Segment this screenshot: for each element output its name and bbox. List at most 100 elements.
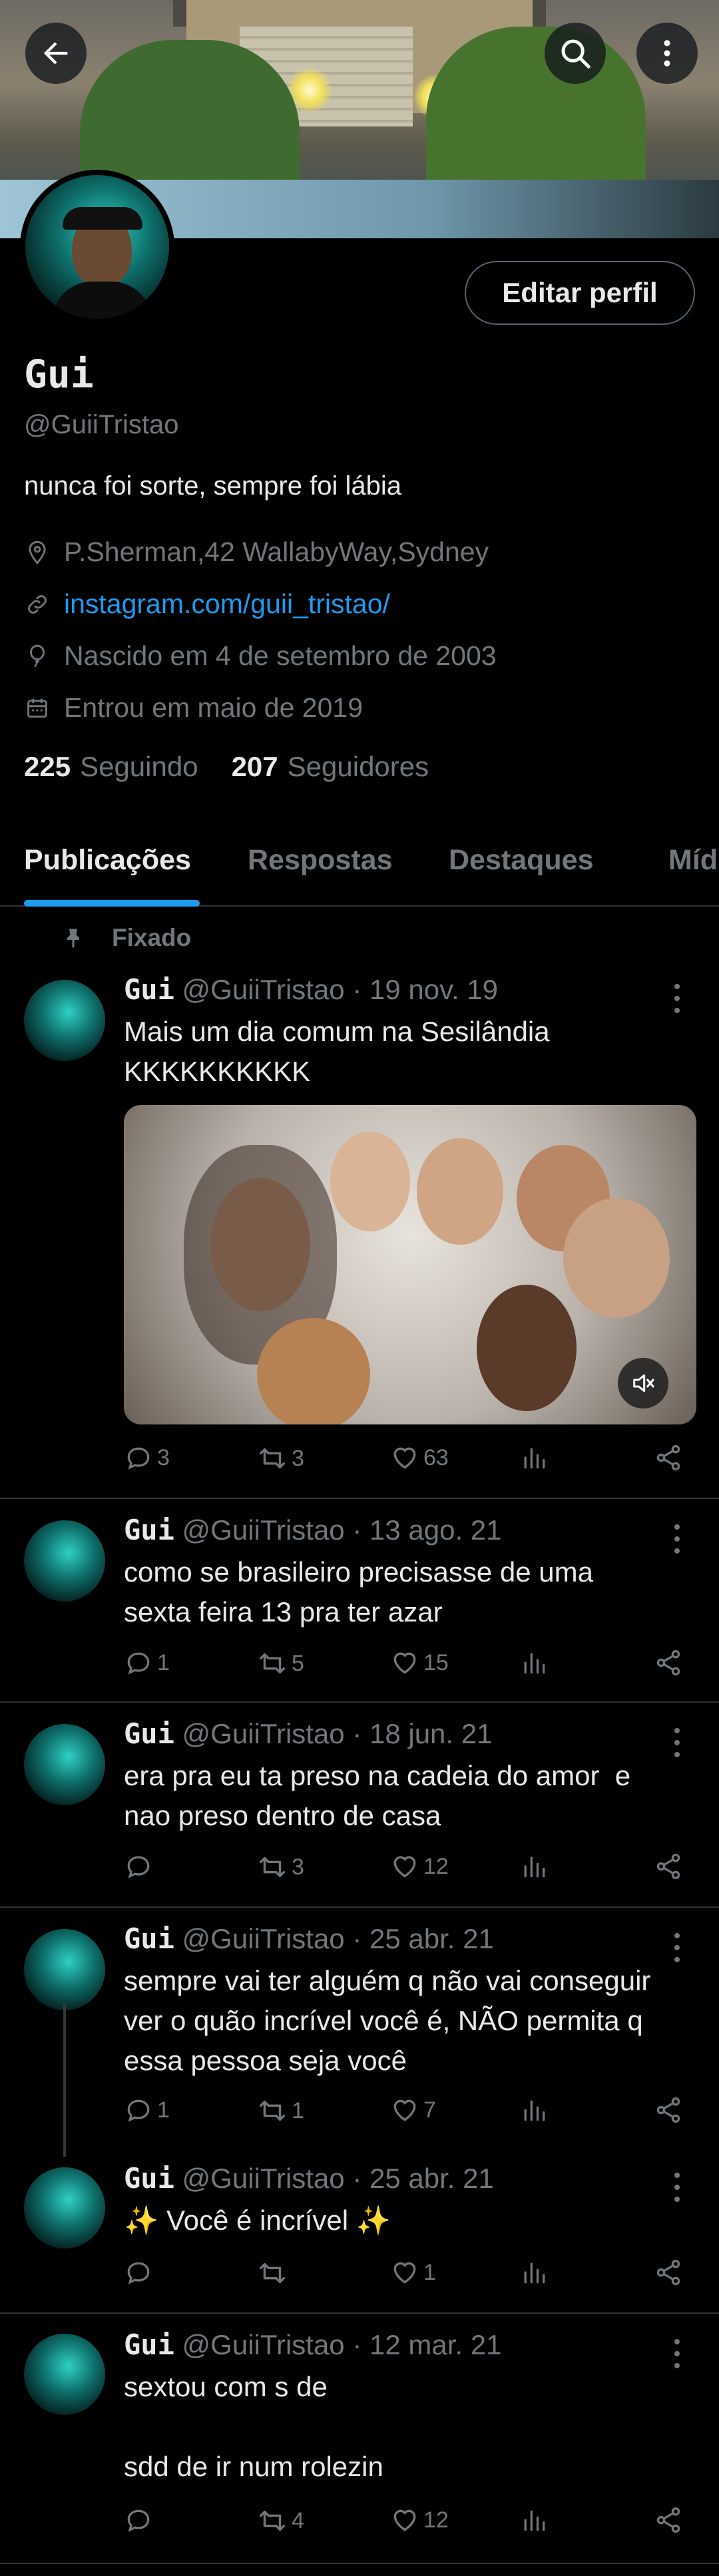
reply-button[interactable]: 3	[124, 1443, 170, 1472]
views-button[interactable]	[519, 1443, 553, 1472]
retweet-icon	[260, 1653, 285, 1674]
following-stat[interactable]: 225 Seguindo	[24, 751, 198, 783]
like-button[interactable]: 7	[390, 2095, 436, 2125]
pinned-label: Fixado	[67, 924, 191, 952]
tweet-more-button[interactable]	[667, 2339, 687, 2368]
heart-icon	[393, 1447, 416, 1469]
tweet-more-button[interactable]	[667, 2173, 687, 2202]
like-button[interactable]: 1	[390, 2258, 436, 2287]
share-icon	[656, 1444, 680, 1471]
link-icon	[28, 594, 47, 614]
retweet-button[interactable]: 3	[257, 1852, 304, 1882]
followers-stat[interactable]: 207 Seguidores	[232, 751, 429, 783]
views-icon	[524, 2262, 545, 2284]
reply-button[interactable]	[124, 2505, 157, 2535]
like-button[interactable]: 63	[390, 1443, 449, 1472]
tweet-actions: 1 5 15	[124, 1648, 696, 1681]
tweet-avatar[interactable]	[24, 1929, 105, 2010]
heart-icon	[393, 2509, 416, 2531]
arrow-left-icon	[43, 42, 68, 65]
views-icon	[524, 1856, 545, 1878]
views-button[interactable]	[519, 2258, 553, 2287]
reply-icon	[127, 1856, 150, 1878]
profile-joined: Entrou em maio de 2019	[24, 692, 363, 724]
tweet-avatar[interactable]	[24, 1520, 105, 1602]
search-button[interactable]	[545, 23, 606, 84]
tweet-text: sempre vai ter alguém q não vai consegui…	[124, 1965, 651, 2076]
like-button[interactable]: 12	[390, 1852, 449, 1881]
retweet-button[interactable]: 4	[257, 2505, 304, 2536]
views-button[interactable]	[519, 2505, 553, 2535]
mute-button[interactable]	[618, 1358, 668, 1408]
tweet-actions: 3 12	[124, 1852, 696, 1885]
tab-media[interactable]: Míd	[668, 844, 718, 877]
tweet[interactable]: Gui @GuiiTristao · 18 jun. 21 era pra eu…	[0, 1703, 719, 1908]
tweet-avatar[interactable]	[24, 2334, 105, 2415]
reply-button[interactable]: 1	[124, 2095, 170, 2125]
more-button[interactable]	[636, 23, 698, 84]
retweet-icon	[260, 2100, 285, 2121]
profile-link[interactable]: instagram.com/guii_tristao/	[24, 588, 390, 620]
reply-button[interactable]	[124, 2258, 157, 2287]
tweet[interactable]: Gui @GuiiTristao · 25 abr. 21 sempre vai…	[0, 1908, 719, 2147]
reply-icon	[127, 2509, 150, 2532]
retweet-button[interactable]	[257, 2258, 292, 2288]
profile-name: Gui	[24, 351, 94, 397]
more-vertical-icon	[664, 40, 670, 67]
tweet-more-button[interactable]	[667, 1933, 687, 1962]
profile-link-text[interactable]: instagram.com/guii_tristao/	[64, 588, 390, 620]
reply-button[interactable]: 1	[124, 1648, 170, 1677]
reply-icon	[127, 1447, 150, 1470]
share-button[interactable]	[654, 2505, 687, 2535]
views-button[interactable]	[519, 1852, 553, 1881]
tweet[interactable]: Gui @GuiiTristao · 12 mar. 21 sextou com…	[0, 2314, 719, 2564]
heart-icon	[393, 1652, 416, 1674]
share-icon	[656, 2259, 680, 2286]
tab-posts[interactable]: Publicações	[24, 844, 191, 877]
tweet[interactable]: Gui @GuiiTristao · 13 ago. 21 como se br…	[0, 1499, 719, 1703]
tweet-video[interactable]	[124, 1105, 696, 1424]
retweet-button[interactable]: 5	[257, 1648, 304, 1679]
retweet-button[interactable]: 1	[257, 2095, 304, 2126]
edit-profile-button[interactable]: Editar perfil	[465, 261, 695, 325]
tweet-more-button[interactable]	[667, 1728, 687, 1757]
search-icon	[561, 39, 591, 69]
tweet-text: Mais um dia comum na Sesilândia KKKKKKKK…	[124, 1016, 550, 1087]
volume-muted-icon	[633, 1374, 654, 1393]
share-button[interactable]	[654, 2095, 687, 2125]
retweet-icon	[260, 2262, 285, 2284]
views-button[interactable]	[519, 1648, 553, 1677]
tab-highlights[interactable]: Destaques	[449, 844, 593, 877]
reply-button[interactable]	[124, 1852, 157, 1881]
views-button[interactable]	[519, 2095, 553, 2125]
share-button[interactable]	[654, 1648, 687, 1677]
tweet-avatar[interactable]	[24, 980, 105, 1061]
share-icon	[656, 1853, 680, 1880]
tab-replies[interactable]: Respostas	[248, 844, 392, 877]
tweet[interactable]: Gui @GuiiTristao · 25 abr. 21 ✨ Você é i…	[0, 2147, 719, 2314]
retweet-icon	[260, 2510, 285, 2531]
like-button[interactable]: 15	[390, 1648, 449, 1677]
tweet-header: Gui @GuiiTristao · 13 ago. 21	[124, 1514, 502, 1546]
tweet-actions: 4 12	[124, 2505, 696, 2539]
follow-stats: 225 Seguindo 207 Seguidores	[24, 751, 462, 783]
tweet-avatar[interactable]	[24, 1724, 105, 1805]
reply-icon	[127, 2099, 150, 2122]
tweet-header: Gui @GuiiTristao · 25 abr. 21	[124, 2162, 494, 2195]
views-icon	[524, 1448, 545, 1469]
tweet-more-button[interactable]	[667, 984, 687, 1013]
share-button[interactable]	[654, 2258, 687, 2287]
share-button[interactable]	[654, 1443, 687, 1472]
tweet-header: Gui @GuiiTristao · 12 mar. 21	[124, 2328, 502, 2361]
back-button[interactable]	[25, 23, 87, 84]
retweet-button[interactable]: 3	[257, 1443, 304, 1474]
share-icon	[656, 2097, 680, 2123]
tweet-more-button[interactable]	[667, 1524, 687, 1554]
share-button[interactable]	[654, 1852, 687, 1881]
pin-icon	[67, 929, 79, 948]
calendar-icon	[27, 698, 47, 718]
tweet-avatar[interactable]	[24, 2167, 105, 2249]
like-button[interactable]: 12	[390, 2505, 449, 2535]
profile-avatar[interactable]	[20, 170, 174, 324]
reply-icon	[127, 1652, 150, 1675]
